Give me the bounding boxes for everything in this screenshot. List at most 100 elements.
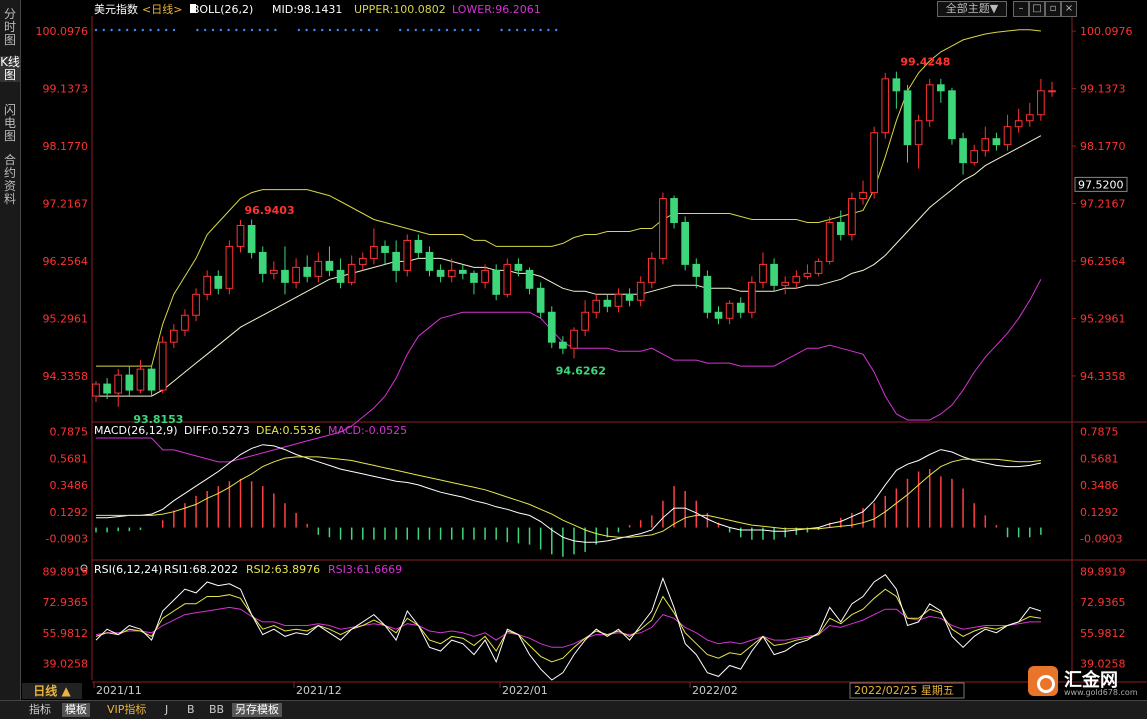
event-marker-dot bbox=[250, 28, 254, 32]
candle-body bbox=[992, 138, 1001, 146]
candle-body bbox=[214, 275, 223, 289]
candle-body bbox=[903, 90, 912, 146]
restore-icon[interactable]: ▫ bbox=[1045, 1, 1061, 17]
chart-area[interactable]: 美元指数 <日线> BOLL(26,2) MID:98.1431 UPPER:100.0… bbox=[0, 0, 1147, 700]
rsi-tick-left: 72.9365 bbox=[43, 596, 89, 609]
event-marker-dot bbox=[102, 28, 106, 32]
tab-j[interactable]: J bbox=[162, 703, 171, 717]
candle-body bbox=[848, 198, 856, 235]
tab-b[interactable]: B bbox=[184, 703, 198, 717]
period-button[interactable]: 日线 ▲ bbox=[22, 683, 82, 699]
macd-value-label: MACD:-0.0525 bbox=[328, 424, 407, 437]
tab-save-template[interactable]: 另存模板 bbox=[232, 703, 282, 717]
candle-body bbox=[459, 269, 467, 274]
candle-body bbox=[614, 293, 623, 307]
event-marker-dot bbox=[531, 28, 534, 32]
candle-body bbox=[937, 84, 945, 92]
candle-body bbox=[392, 251, 400, 271]
candle-body bbox=[158, 341, 167, 391]
candle-body bbox=[948, 90, 956, 140]
boll-upper-label: UPPER:100.0802 bbox=[354, 3, 446, 16]
candle-body bbox=[870, 132, 878, 194]
event-marker-dot bbox=[414, 28, 417, 32]
candle-body bbox=[225, 245, 234, 289]
price-tick-right: 97.2167 bbox=[1080, 198, 1126, 211]
tab-template[interactable]: 模板 bbox=[62, 703, 90, 717]
rsi-tick-right: 72.9365 bbox=[1080, 596, 1126, 609]
candle-body bbox=[325, 260, 334, 271]
price-tick-left: 96.2564 bbox=[43, 255, 89, 268]
candle-body bbox=[725, 302, 734, 319]
close-icon[interactable]: × bbox=[1061, 1, 1077, 17]
rsi2-label: RSI2:63.8976 bbox=[246, 563, 320, 576]
candle-body bbox=[925, 84, 934, 122]
rsi-tick-left: 89.8919 bbox=[43, 565, 89, 578]
event-marker-dot bbox=[367, 28, 371, 32]
candle-body bbox=[703, 275, 712, 313]
macd-tick-right: 0.3486 bbox=[1080, 479, 1119, 492]
tab-vip-indicator[interactable]: VIP指标 bbox=[104, 703, 149, 717]
price-tick-right: 94.3358 bbox=[1080, 370, 1126, 383]
event-marker-dot bbox=[157, 28, 160, 32]
event-marker-dot bbox=[133, 28, 137, 32]
candle-body bbox=[781, 281, 790, 286]
event-marker-dot bbox=[165, 28, 168, 32]
candle-body bbox=[92, 383, 100, 397]
event-marker-dot bbox=[360, 28, 363, 32]
candle-body bbox=[481, 269, 489, 283]
macd-tick-left: 0.7875 bbox=[50, 426, 89, 439]
logo-badge-icon bbox=[1028, 666, 1058, 696]
candle-body bbox=[403, 239, 412, 271]
macd-title: MACD(26,12,9) bbox=[94, 424, 178, 437]
rsi1-label: RSI1:68.2022 bbox=[164, 563, 238, 576]
event-marker-dot bbox=[258, 28, 261, 32]
event-marker-dot bbox=[469, 28, 472, 32]
tab-bb[interactable]: BB bbox=[206, 703, 227, 717]
x-highlight-label: 2022/02/25 星期五 bbox=[854, 684, 954, 697]
candle-body bbox=[503, 263, 512, 295]
event-marker-dot bbox=[196, 28, 199, 32]
tab-indicator[interactable]: 指标 bbox=[26, 703, 54, 717]
candle-body bbox=[559, 341, 567, 349]
candle-body bbox=[425, 251, 434, 271]
candle-body bbox=[192, 293, 200, 316]
candle-body bbox=[825, 221, 834, 262]
event-marker-dot bbox=[406, 28, 410, 32]
event-marker-dot bbox=[110, 28, 113, 32]
candle-body bbox=[169, 329, 178, 343]
site-logo: 汇金网 www.gold678.com bbox=[1026, 664, 1144, 698]
price-tick-left: 98.1770 bbox=[43, 140, 89, 153]
candle-body bbox=[814, 260, 823, 274]
price-tick-right: 96.2564 bbox=[1080, 255, 1126, 268]
candle-body bbox=[203, 275, 211, 295]
price-tick-left: 97.2167 bbox=[43, 198, 89, 211]
candle-body bbox=[303, 266, 312, 277]
event-marker-dot bbox=[211, 28, 215, 32]
price-tick-left: 99.1373 bbox=[43, 83, 89, 96]
candle-body bbox=[647, 257, 656, 283]
candle-body bbox=[759, 263, 767, 283]
event-marker-dot bbox=[555, 28, 558, 32]
candle-body bbox=[547, 311, 556, 343]
event-marker-dot bbox=[266, 28, 269, 32]
event-marker-dot bbox=[422, 28, 425, 32]
x-axis-label: 2021/12 bbox=[296, 684, 342, 697]
macd-tick-right: 0.7875 bbox=[1080, 426, 1119, 439]
event-marker-dot bbox=[227, 28, 230, 32]
candle-body bbox=[792, 275, 801, 283]
event-marker-dot bbox=[352, 28, 355, 32]
minimize-icon[interactable]: – bbox=[1013, 1, 1029, 17]
candle-body bbox=[681, 221, 689, 265]
theme-selector-button[interactable]: 全部主题▼ bbox=[937, 1, 1007, 17]
maximize-icon[interactable]: □ bbox=[1029, 1, 1045, 17]
x-axis-label: 2022/02 bbox=[692, 684, 738, 697]
candle-body bbox=[859, 192, 867, 200]
candle-body bbox=[803, 272, 812, 277]
candle-body bbox=[514, 263, 523, 271]
price-tick-right: 95.2961 bbox=[1080, 312, 1126, 325]
macd-dea-label: DEA:0.5536 bbox=[256, 424, 321, 437]
event-marker-dot bbox=[297, 28, 300, 32]
candle-body bbox=[1037, 90, 1045, 116]
candle-body bbox=[625, 293, 634, 301]
boll-mid-label: MID:98.1431 bbox=[272, 3, 342, 16]
